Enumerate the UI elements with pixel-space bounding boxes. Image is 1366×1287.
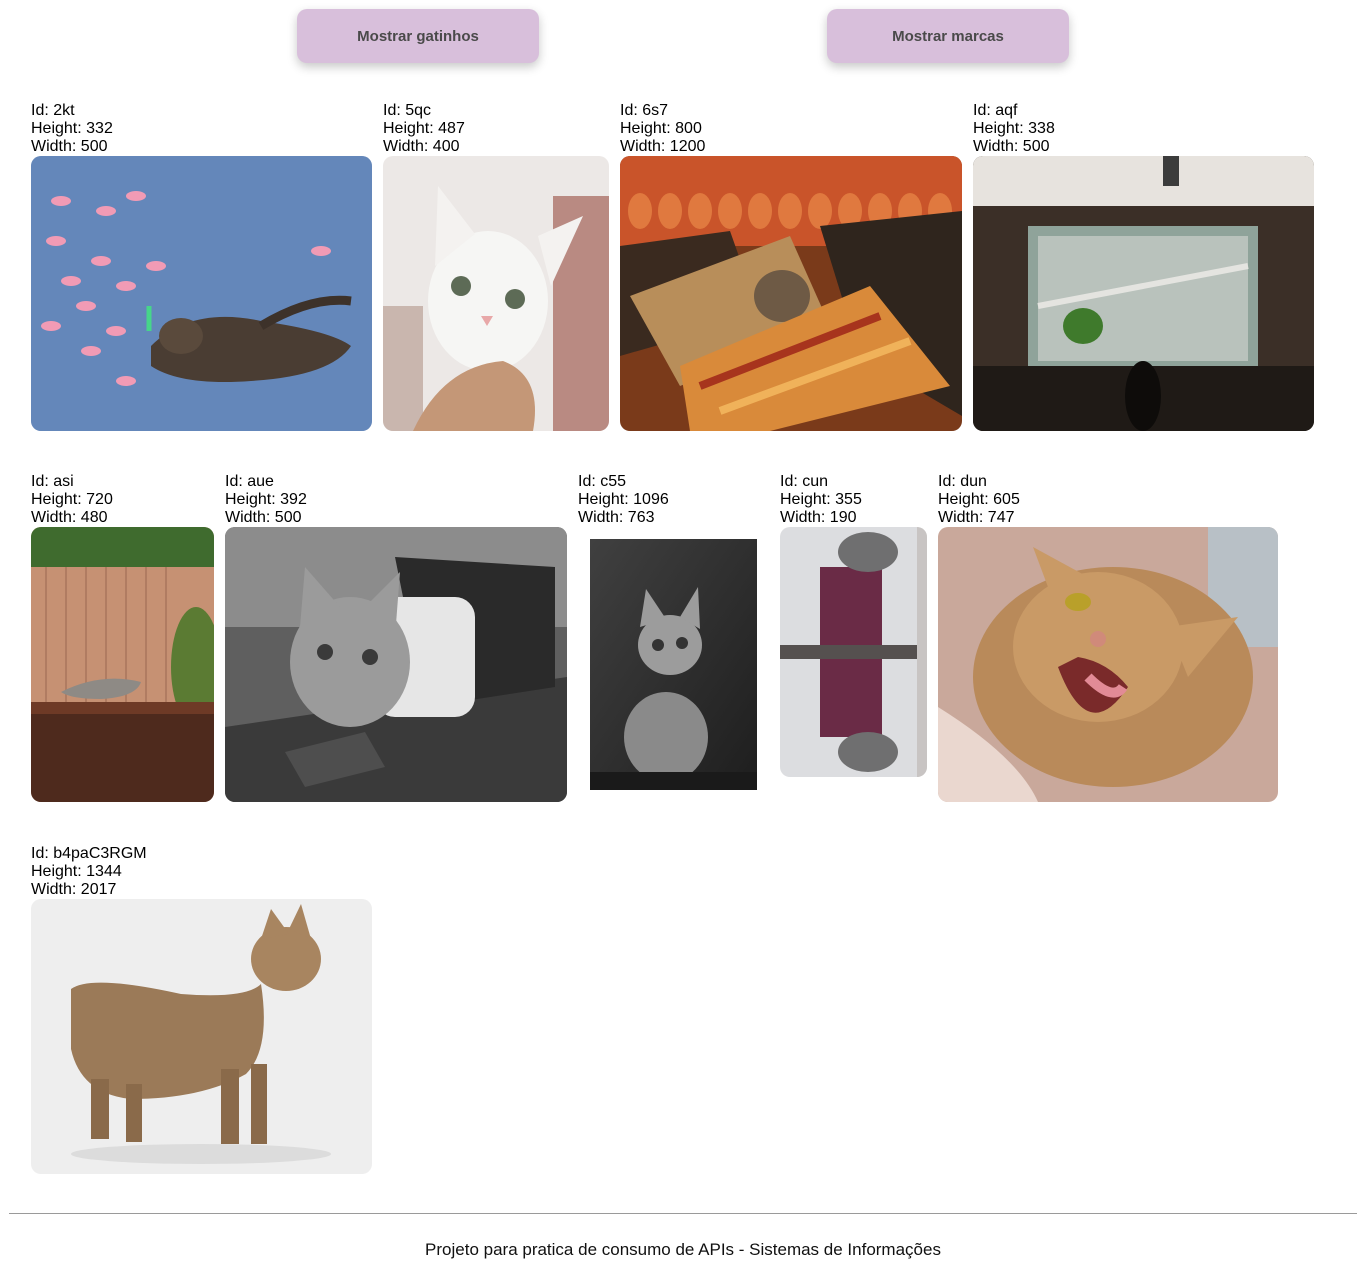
cat-meta: Id: b4paC3RGM Height: 1344 Width: 2017 [31, 845, 147, 898]
cat-width: 763 [627, 509, 655, 526]
cat-meta: Id: cun Height: 355 Width: 190 [780, 473, 862, 526]
cat-width: 400 [432, 138, 460, 155]
cat-id: c55 [600, 473, 627, 490]
footer-divider [9, 1213, 1357, 1214]
cat-image [620, 156, 962, 431]
cat-image [973, 156, 1314, 431]
cat-id: cun [802, 473, 829, 490]
cat-image [31, 899, 372, 1174]
cat-id: 2kt [53, 102, 75, 119]
cat-width: 1200 [669, 138, 706, 155]
cat-meta: Id: 2kt Height: 332 Width: 500 [31, 102, 113, 155]
cat-height: 800 [675, 120, 702, 137]
cat-width: 500 [80, 138, 108, 155]
cat-meta: Id: 5qc Height: 487 Width: 400 [383, 102, 465, 155]
show-brands-button[interactable]: Mostrar marcas [827, 9, 1069, 63]
cat-card: Id: 5qc Height: 487 Width: 400 [383, 102, 609, 431]
cat-height: 338 [1028, 120, 1055, 137]
cat-meta: Id: aue Height: 392 Width: 500 [225, 473, 307, 526]
cat-meta: Id: c55 Height: 1096 Width: 763 [578, 473, 669, 526]
cat-image [938, 527, 1278, 802]
cat-image [31, 156, 372, 431]
cat-height: 720 [86, 491, 113, 508]
cat-id: dun [960, 473, 987, 490]
cat-id: b4paC3RGM [53, 845, 147, 862]
cat-image [31, 527, 214, 802]
cat-height: 605 [993, 491, 1020, 508]
cat-width: 500 [274, 509, 302, 526]
cat-card: Id: 6s7 Height: 800 Width: 1200 [620, 102, 962, 431]
cat-card: Id: c55 Height: 1096 Width: 763 [578, 473, 769, 802]
cat-height: 332 [86, 120, 113, 137]
cat-width: 2017 [80, 881, 117, 898]
cat-card: Id: 2kt Height: 332 Width: 500 [31, 102, 372, 431]
cat-height: 487 [438, 120, 465, 137]
cat-meta: Id: 6s7 Height: 800 Width: 1200 [620, 102, 706, 155]
footer-text: Projeto para pratica de consumo de APIs … [425, 1240, 941, 1259]
cat-card: Id: aue Height: 392 Width: 500 [225, 473, 567, 802]
cat-meta: Id: dun Height: 605 Width: 747 [938, 473, 1020, 526]
cat-id: 5qc [405, 102, 432, 119]
cat-image [578, 527, 769, 802]
cat-id: asi [53, 473, 74, 490]
cat-meta: Id: aqf Height: 338 Width: 500 [973, 102, 1055, 155]
cat-width: 190 [829, 509, 857, 526]
cat-width: 747 [987, 509, 1015, 526]
cat-width: 480 [80, 509, 108, 526]
cat-id: 6s7 [642, 102, 669, 119]
cat-width: 500 [1022, 138, 1050, 155]
cat-height: 355 [835, 491, 862, 508]
cat-card: Id: dun Height: 605 Width: 747 [938, 473, 1278, 802]
cat-id: aqf [995, 102, 1018, 119]
cat-image [383, 156, 609, 431]
cat-height: 392 [280, 491, 307, 508]
cat-meta: Id: asi Height: 720 Width: 480 [31, 473, 113, 526]
cat-card: Id: aqf Height: 338 Width: 500 [973, 102, 1314, 431]
cat-id: aue [247, 473, 274, 490]
cat-height: 1344 [86, 863, 122, 880]
show-cats-button[interactable]: Mostrar gatinhos [297, 9, 539, 63]
cat-card: Id: asi Height: 720 Width: 480 [31, 473, 214, 802]
cat-card: Id: cun Height: 355 Width: 190 [780, 473, 927, 777]
cat-height: 1096 [633, 491, 669, 508]
cat-image [225, 527, 567, 802]
cat-card: Id: b4paC3RGM Height: 1344 Width: 2017 [31, 845, 372, 1174]
cat-image [780, 527, 927, 777]
